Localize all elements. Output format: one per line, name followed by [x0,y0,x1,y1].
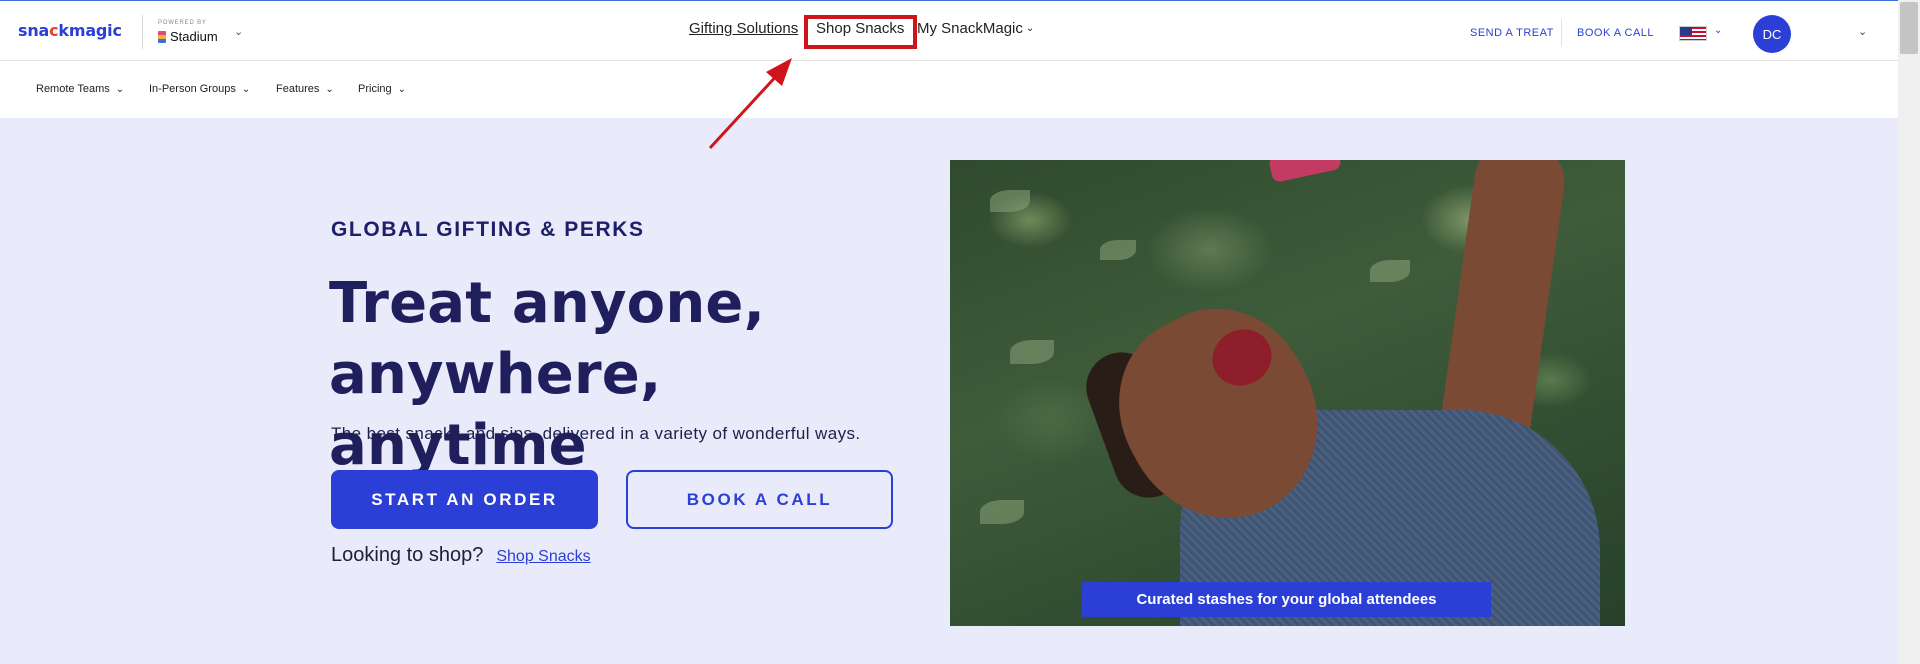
leaf [1010,340,1054,364]
chevron-down-icon: ⌄ [397,83,407,95]
looking-to-shop: Looking to shop? Shop Snacks [331,544,591,567]
nav-my-label: My SnackMagic [917,20,1023,37]
chevron-down-icon: ⌄ [325,83,334,95]
hero-subtitle: The best snacks and sips, delivered in a… [331,424,861,443]
subnav-in-person-groups[interactable]: In-Person Groups ⌄ [149,83,250,95]
subnav-pricing[interactable]: Pricing ⌄ [358,83,406,95]
highlight-box [804,15,917,49]
hero-photo: Curated stashes for your global attendee… [950,160,1625,626]
hero-headline: Treat anyone, anywhere, anytime [329,271,766,478]
logo-divider [142,15,143,49]
leaf [980,500,1024,524]
avatar[interactable]: DC [1753,15,1791,53]
scrollbar-thumb[interactable] [1900,2,1918,54]
subnav-remote-teams[interactable]: Remote Teams ⌄ [36,83,124,95]
leaf [1100,240,1136,260]
subnav-label: Remote Teams [36,83,110,95]
subnav-label: Pricing [358,83,392,95]
photo-caption: Curated stashes for your global attendee… [1082,582,1491,617]
leaf [1370,260,1410,282]
chevron-down-icon: ⌄ [115,83,125,95]
chevron-down-icon[interactable]: ⌄ [1858,25,1867,38]
stadium-label: Stadium [170,29,218,44]
looking-label: Looking to shop? [331,544,484,566]
nav-gifting-solutions[interactable]: Gifting Solutions [689,20,798,37]
hero-eyebrow: GLOBAL GIFTING & PERKS [331,218,645,241]
scrollbar[interactable] [1898,0,1920,664]
book-call-button[interactable]: BOOK A CALL [626,470,893,529]
nav-my-snackmagic[interactable]: My SnackMagic ⌄ [917,20,1034,37]
chevron-down-icon[interactable]: ⌄ [1714,25,1722,36]
snackmagic-logo[interactable]: snackmagic [18,21,122,40]
hero-section: GLOBAL GIFTING & PERKS Treat anyone, any… [0,118,1898,664]
powered-by-label: POWERED BY [158,20,207,26]
drink-can [1268,160,1342,183]
book-a-call-link[interactable]: BOOK A CALL [1577,27,1654,39]
site-header: snackmagic POWERED BY Stadium ⌄ Gifting … [0,1,1898,61]
leaf [990,190,1030,212]
start-order-button[interactable]: START AN ORDER [331,470,598,529]
stadium-brand[interactable]: Stadium [158,29,218,44]
chevron-down-icon: ⌄ [241,83,251,95]
subnav-label: Features [276,83,320,95]
sub-navigation: Remote Teams ⌄ In-Person Groups ⌄ Features… [0,62,1898,118]
divider [1561,19,1562,47]
shop-snacks-link[interactable]: Shop Snacks [496,548,590,566]
subnav-features[interactable]: Features ⌄ [276,83,334,95]
chevron-down-icon: ⌄ [1025,23,1035,34]
send-a-treat-link[interactable]: SEND A TREAT [1470,27,1554,39]
chevron-down-icon[interactable]: ⌄ [234,25,243,38]
stadium-logo-icon [158,30,166,43]
us-flag-icon[interactable] [1679,26,1707,41]
subnav-label: In-Person Groups [149,83,236,95]
